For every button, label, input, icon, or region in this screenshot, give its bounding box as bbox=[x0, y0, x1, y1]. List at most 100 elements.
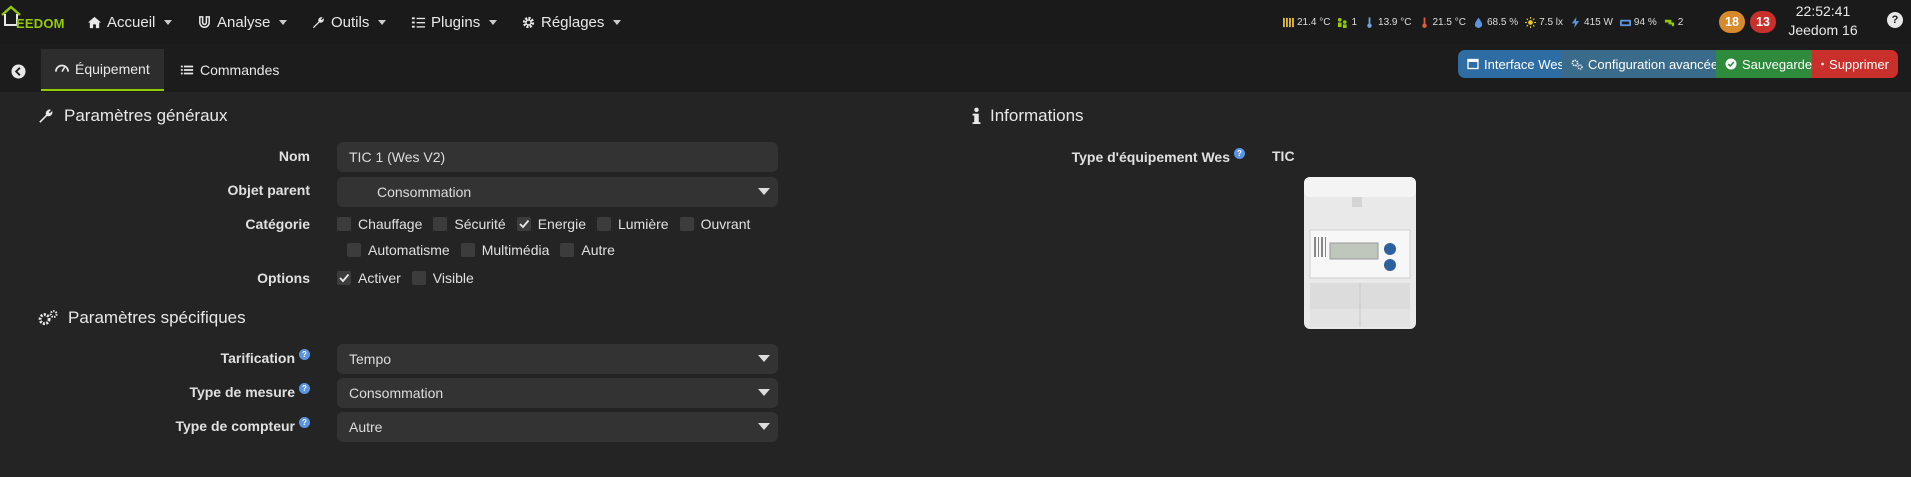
tab-commandes[interactable]: Commandes bbox=[166, 49, 293, 91]
tab-equipement[interactable]: Équipement bbox=[41, 49, 164, 91]
thermometer-icon bbox=[1421, 16, 1427, 28]
option-label: Activer bbox=[358, 270, 401, 286]
objet-parent-select[interactable]: Consommation bbox=[337, 177, 778, 207]
checkbox[interactable] bbox=[460, 243, 475, 257]
nom-input[interactable]: TIC 1 (Wes V2) bbox=[337, 142, 778, 172]
checkbox[interactable] bbox=[679, 217, 694, 231]
widget-people[interactable]: 1 bbox=[1337, 17, 1357, 28]
label-text: Type de compteur bbox=[175, 418, 295, 434]
category-label: Ouvrant bbox=[700, 216, 751, 232]
minus-circle-icon bbox=[1821, 62, 1824, 66]
badge-red[interactable]: 13 bbox=[1750, 11, 1776, 33]
widget-gauge[interactable]: 94 % bbox=[1619, 17, 1657, 28]
option-label: Visible bbox=[432, 270, 474, 286]
magnet-icon bbox=[199, 15, 210, 28]
type-compteur-value: Autre bbox=[349, 419, 383, 435]
sun-icon bbox=[1525, 16, 1537, 28]
category-autre[interactable]: Autre bbox=[560, 242, 615, 258]
nav-reglages[interactable]: Réglages bbox=[521, 0, 622, 44]
thermometer-icon bbox=[1367, 16, 1372, 28]
widget-temp-int[interactable]: 21.5 °C bbox=[1419, 17, 1466, 28]
nav-reglages-label: Réglages bbox=[541, 13, 605, 31]
widget-power[interactable]: 415 W bbox=[1570, 16, 1613, 28]
widget-temp-ext[interactable]: 13.9 °C bbox=[1364, 16, 1412, 28]
category-label: Sécurité bbox=[454, 216, 506, 232]
legend-parametres-specifiques: Paramètres spécifiques bbox=[37, 308, 246, 328]
info-icon bbox=[972, 107, 981, 124]
category-multimedia[interactable]: Multimédia bbox=[460, 242, 549, 258]
widget-tap[interactable]: 2 bbox=[1664, 17, 1683, 28]
option-visible[interactable]: Visible bbox=[411, 270, 474, 286]
nav-plugins[interactable]: Plugins bbox=[411, 0, 498, 44]
widget-humidity[interactable]: 68.5 % bbox=[1473, 17, 1518, 28]
checkbox[interactable] bbox=[411, 271, 426, 285]
chevron-down-icon bbox=[164, 19, 173, 25]
nav-analyse[interactable]: Analyse bbox=[197, 0, 288, 44]
nav-accueil[interactable]: Accueil bbox=[87, 0, 173, 44]
widget-value: 68.5 % bbox=[1486, 16, 1519, 28]
interface-wes-button[interactable]: Interface Wes bbox=[1458, 50, 1573, 78]
help-icon[interactable]: ? bbox=[299, 417, 310, 428]
help-icon[interactable]: ? bbox=[299, 349, 310, 360]
clock: 22:52:41 Jeedom 16 bbox=[1782, 2, 1864, 40]
tarification-label: Tarification? bbox=[20, 349, 310, 366]
category-automatisme[interactable]: Automatisme bbox=[347, 242, 450, 258]
supprimer-button[interactable]: Supprimer bbox=[1812, 50, 1898, 78]
category-lumiere[interactable]: Lumière bbox=[596, 216, 669, 232]
type-mesure-select[interactable]: Consommation bbox=[337, 378, 778, 408]
sauvegarder-button[interactable]: Sauvegarder bbox=[1716, 50, 1826, 78]
nav-outils[interactable]: Outils bbox=[311, 0, 387, 44]
cogs-icon bbox=[1571, 59, 1583, 70]
chevron-down-icon bbox=[613, 19, 622, 25]
category-label: Automatisme bbox=[368, 242, 450, 258]
objet-parent-value: Consommation bbox=[377, 184, 472, 200]
category-securite[interactable]: Sécurité bbox=[433, 216, 506, 232]
tic-meter-image bbox=[1304, 177, 1416, 329]
interface-wes-label: Interface Wes bbox=[1484, 56, 1564, 72]
checkbox[interactable] bbox=[560, 243, 575, 257]
type-compteur-label: Type de compteur? bbox=[20, 417, 310, 434]
widget-value: 415 W bbox=[1584, 16, 1613, 28]
widget-value: 13.9 °C bbox=[1378, 16, 1412, 28]
checkbox[interactable] bbox=[337, 271, 351, 285]
tarification-value: Tempo bbox=[349, 351, 392, 367]
help-icon[interactable]: ? bbox=[1887, 12, 1903, 28]
jeedom-logo[interactable]: JEEDOM bbox=[0, 4, 70, 38]
categories-row-1: Chauffage Sécurité Energie Lumière Ouvra… bbox=[337, 216, 761, 232]
type-compteur-select[interactable]: Autre bbox=[337, 412, 778, 442]
supprimer-label: Supprimer bbox=[1829, 56, 1889, 72]
chevron-down-icon bbox=[489, 19, 498, 25]
configuration-avancee-button[interactable]: Configuration avancée bbox=[1562, 50, 1728, 78]
legend-text: Paramètres spécifiques bbox=[68, 308, 246, 327]
label-text: Type d'équipement Wes bbox=[1071, 149, 1230, 165]
category-energie[interactable]: Energie bbox=[516, 216, 586, 232]
checkbox[interactable] bbox=[516, 217, 531, 231]
widget-radiator[interactable]: 21.4 °C bbox=[1283, 17, 1330, 28]
type-mesure-label: Type de mesure? bbox=[20, 383, 310, 400]
checkbox[interactable] bbox=[347, 243, 361, 257]
help-icon[interactable]: ? bbox=[1234, 148, 1245, 159]
chevron-down-icon bbox=[378, 19, 387, 25]
checkbox[interactable] bbox=[596, 217, 611, 231]
widget-luminosity[interactable]: 7.5 lx bbox=[1525, 16, 1564, 28]
nom-label: Nom bbox=[278, 148, 310, 164]
list-icon bbox=[180, 65, 194, 75]
window-icon bbox=[1467, 58, 1479, 70]
dashboard-icon bbox=[55, 64, 69, 73]
clock-time: 22:52:41 bbox=[1795, 3, 1851, 19]
tarification-select[interactable]: Tempo bbox=[337, 344, 778, 374]
checkbox[interactable] bbox=[337, 217, 351, 231]
badge-orange[interactable]: 18 bbox=[1719, 11, 1745, 33]
category-chauffage[interactable]: Chauffage bbox=[337, 216, 422, 232]
checkbox[interactable] bbox=[433, 217, 448, 231]
help-icon[interactable]: ? bbox=[299, 383, 310, 394]
widget-value: 21.4 °C bbox=[1297, 16, 1331, 28]
option-activer[interactable]: Activer bbox=[337, 270, 401, 286]
widget-value: 7.5 lx bbox=[1539, 16, 1564, 28]
objet-parent-label: Objet parent bbox=[227, 182, 310, 198]
drop-icon bbox=[1474, 16, 1483, 28]
back-arrow-icon[interactable] bbox=[11, 64, 26, 79]
nav-accueil-label: Accueil bbox=[107, 13, 156, 31]
cogs-icon bbox=[38, 310, 58, 326]
category-ouvrant[interactable]: Ouvrant bbox=[679, 216, 751, 232]
